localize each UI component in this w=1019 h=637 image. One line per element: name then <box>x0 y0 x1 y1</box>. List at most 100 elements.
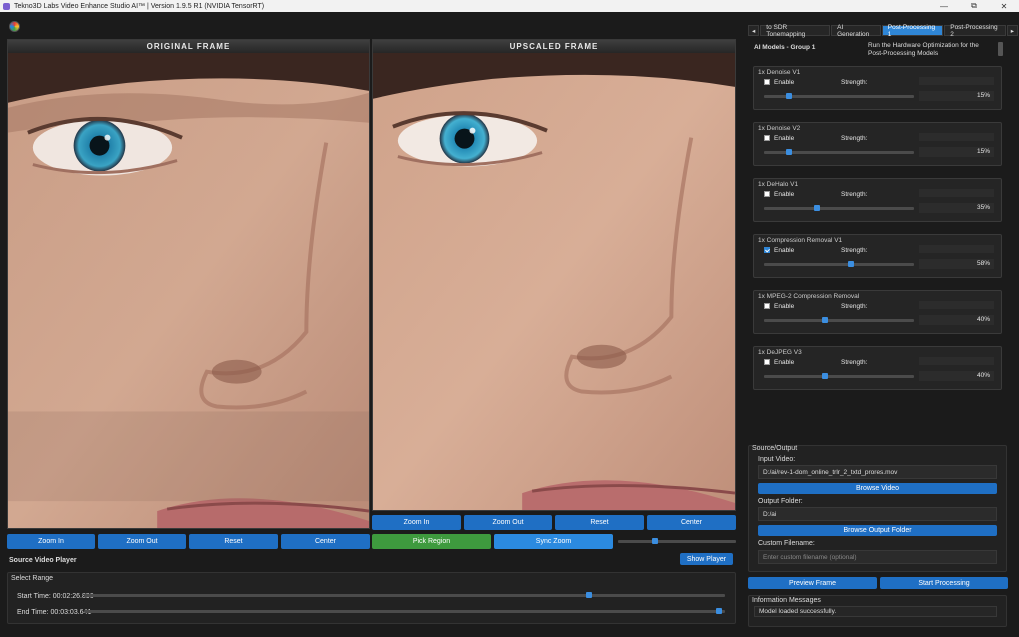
enable-checkbox-1x-mpeg-2-compression-removal[interactable] <box>764 303 770 309</box>
hardware-optimization-hint: Run the Hardware Optimization for the Po… <box>868 42 979 57</box>
model-name: 1x MPEG-2 Compression Removal <box>758 293 860 300</box>
tab-prev-button[interactable]: ◂ <box>748 25 760 36</box>
close-icon[interactable]: ✕ <box>989 0 1019 12</box>
sync-zoom-button[interactable]: Sync Zoom <box>494 534 613 549</box>
strength-display <box>919 301 994 309</box>
enable-checkbox-1x-denoise-v2[interactable] <box>764 135 770 141</box>
start-time-slider[interactable] <box>84 594 725 597</box>
strength-display <box>919 245 994 253</box>
upscaled-frame-image[interactable] <box>373 53 735 510</box>
models-scrollbar[interactable] <box>998 42 1003 56</box>
original-zoom-in-button[interactable]: Zoom In <box>7 534 95 549</box>
minimize-icon[interactable]: — <box>929 0 959 12</box>
model-card: 1x Denoise V1 Enable Strength: 15% <box>753 66 1002 110</box>
model-card: 1x DeHalo V1 Enable Strength: 35% <box>753 178 1002 222</box>
output-folder-label: Output Folder: <box>758 498 803 505</box>
show-player-button[interactable]: Show Player <box>680 553 733 565</box>
end-time-thumb[interactable] <box>715 608 722 614</box>
enable-checkbox-1x-compression-removal-v1[interactable] <box>764 247 770 253</box>
select-range-title: Select Range <box>11 575 54 582</box>
strength-thumb[interactable] <box>785 149 792 155</box>
model-name: 1x Compression Removal V1 <box>758 237 843 244</box>
strength-value: 58% <box>919 259 994 269</box>
strength-thumb[interactable] <box>814 205 821 211</box>
strength-slider-1x-mpeg-2-compression-removal[interactable] <box>764 319 914 322</box>
enable-checkbox-1x-dehalo-v1[interactable] <box>764 191 770 197</box>
source-player-label: Source Video Player <box>9 557 77 564</box>
strength-value: 40% <box>919 371 994 381</box>
model-name: 1x DeHalo V1 <box>758 181 799 188</box>
model-name: 1x DeJPEG V3 <box>758 349 802 356</box>
original-center-button[interactable]: Center <box>281 534 370 549</box>
tab-bar: ◂ to SDR Tonemapping AI Generation Post-… <box>748 24 1019 38</box>
information-messages-title: Information Messages <box>752 597 821 604</box>
model-card: 1x DeJPEG V3 Enable Strength: 40% <box>753 346 1002 390</box>
enable-label: Enable <box>774 135 795 142</box>
ai-models-group-title: AI Models - Group 1 <box>754 44 816 51</box>
browse-output-folder-button[interactable]: Browse Output Folder <box>758 525 997 536</box>
enable-checkbox-1x-denoise-v1[interactable] <box>764 79 770 85</box>
enable-label: Enable <box>774 79 795 86</box>
end-time-label: End Time: 00:03:03.641 <box>17 609 92 616</box>
strength-label: Strength: <box>841 303 868 310</box>
maximize-icon[interactable]: ⧉ <box>959 0 989 12</box>
strength-label: Strength: <box>841 191 868 198</box>
tab-ai-generation[interactable]: AI Generation <box>831 24 881 38</box>
strength-display <box>919 133 994 141</box>
tab-sdr-tonemapping[interactable]: to SDR Tonemapping <box>760 24 831 38</box>
model-card: 1x Compression Removal V1 Enable Strength:… <box>753 234 1002 278</box>
strength-thumb[interactable] <box>821 317 828 323</box>
end-time-slider[interactable] <box>84 610 725 613</box>
enable-label: Enable <box>774 303 795 310</box>
enable-label: Enable <box>774 191 795 198</box>
start-time-label: Start Time: 00:02:26.896 <box>17 593 94 600</box>
information-message-text: Model loaded successfully. <box>754 606 997 617</box>
original-reset-button[interactable]: Reset <box>189 534 278 549</box>
model-card: 1x MPEG-2 Compression Removal Enable Stren… <box>753 290 1002 334</box>
strength-slider-1x-compression-removal-v1[interactable] <box>764 263 914 266</box>
strength-label: Strength: <box>841 135 868 142</box>
input-video-field[interactable]: D:/ai/rev-1-dom_online_trlr_2_txtd_prore… <box>758 465 997 479</box>
tab-next-button[interactable]: ▸ <box>1006 25 1018 36</box>
input-video-label: Input Video: <box>758 456 796 463</box>
enable-label: Enable <box>774 359 795 366</box>
browse-video-button[interactable]: Browse Video <box>758 483 997 494</box>
strength-thumb[interactable] <box>785 93 792 99</box>
upscaled-zoom-out-button[interactable]: Zoom Out <box>464 515 552 530</box>
model-card: 1x Denoise V2 Enable Strength: 15% <box>753 122 1002 166</box>
window-title: Tekno3D Labs Video Enhance Studio AI™ | … <box>14 2 265 10</box>
tab-post-processing-2[interactable]: Post-Processing 2 <box>944 24 1006 38</box>
logo-icon <box>9 21 20 32</box>
strength-label: Strength: <box>841 247 868 254</box>
original-frame-image[interactable] <box>8 53 369 528</box>
upscaled-frame-panel: UPSCALED FRAME <box>372 39 736 511</box>
strength-thumb[interactable] <box>847 261 854 267</box>
upscaled-center-button[interactable]: Center <box>647 515 736 530</box>
enable-label: Enable <box>774 247 795 254</box>
strength-display <box>919 189 994 197</box>
zoom-slider[interactable] <box>618 540 736 543</box>
strength-value: 15% <box>919 147 994 157</box>
strength-label: Strength: <box>841 359 868 366</box>
strength-value: 35% <box>919 203 994 213</box>
strength-slider-1x-dehalo-v1[interactable] <box>764 207 914 210</box>
strength-slider-1x-dejpeg-v3[interactable] <box>764 375 914 378</box>
custom-filename-field[interactable]: Enter custom filename (optional) <box>758 550 997 564</box>
upscaled-zoom-in-button[interactable]: Zoom In <box>372 515 461 530</box>
select-range-group <box>7 572 736 624</box>
strength-display <box>919 77 994 85</box>
start-processing-button[interactable]: Start Processing <box>880 577 1008 589</box>
zoom-slider-thumb[interactable] <box>651 538 658 544</box>
strength-thumb[interactable] <box>821 373 828 379</box>
title-bar: Tekno3D Labs Video Enhance Studio AI™ | … <box>0 0 1019 12</box>
preview-frame-button[interactable]: Preview Frame <box>748 577 877 589</box>
output-folder-field[interactable]: D:/ai <box>758 507 997 521</box>
tab-post-processing-1[interactable]: Post-Processing 1 <box>881 24 944 38</box>
pick-region-button[interactable]: Pick Region <box>372 534 491 549</box>
enable-checkbox-1x-dejpeg-v3[interactable] <box>764 359 770 365</box>
upscaled-reset-button[interactable]: Reset <box>555 515 644 530</box>
model-name: 1x Denoise V1 <box>758 69 801 76</box>
start-time-thumb[interactable] <box>585 592 592 598</box>
strength-display <box>919 357 994 365</box>
original-zoom-out-button[interactable]: Zoom Out <box>98 534 186 549</box>
